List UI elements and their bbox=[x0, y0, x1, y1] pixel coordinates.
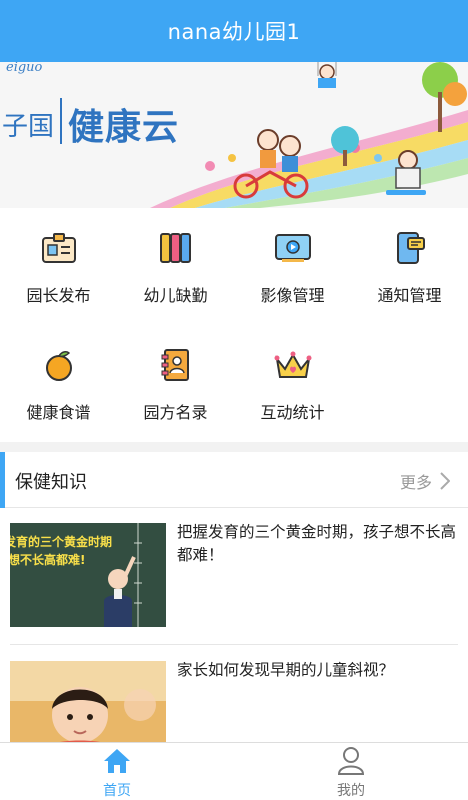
section-title: 保健知识 bbox=[15, 472, 87, 493]
tab-mine[interactable]: 我的 bbox=[234, 743, 468, 800]
menu-item-child-absence[interactable]: 幼儿缺勤 bbox=[117, 208, 234, 325]
menu-item-label: 影像管理 bbox=[260, 286, 325, 305]
menu-item-interaction-stats[interactable]: 互动统计 bbox=[234, 325, 351, 442]
article-item[interactable]: 发育的三个黄金时期 想不长高都难! 把握发育的三个黄金时期，孩子想不长高都难！ bbox=[0, 509, 468, 629]
notification-phone-icon bbox=[390, 228, 430, 268]
banner-divider bbox=[60, 98, 62, 144]
home-icon bbox=[102, 746, 132, 776]
more-link[interactable]: 更多 bbox=[400, 469, 450, 493]
banner[interactable]: eiguo 子国 健康云 bbox=[0, 62, 468, 208]
thumbnail-caption-2: 想不长高都难! bbox=[10, 553, 86, 567]
menu-item-label: 互动统计 bbox=[260, 403, 325, 422]
address-book-icon bbox=[156, 345, 196, 385]
article-title: 家长如何发现早期的儿童斜视？ bbox=[177, 661, 395, 679]
menu-item-label: 园长发布 bbox=[26, 286, 91, 305]
menu-item-school-directory[interactable]: 园方名录 bbox=[117, 325, 234, 442]
menu-item-media-management[interactable]: 影像管理 bbox=[234, 208, 351, 325]
chevron-right-icon bbox=[440, 472, 450, 490]
article-title: 把握发育的三个黄金时期，孩子想不长高都难！ bbox=[177, 523, 457, 564]
menu-item-notice-management[interactable]: 通知管理 bbox=[351, 208, 468, 325]
menu-item-label: 健康食谱 bbox=[26, 403, 91, 422]
banner-brand-main: 健康云 bbox=[68, 107, 180, 148]
menu-item-label: 通知管理 bbox=[377, 286, 442, 305]
health-knowledge-section: 保健知识 更多 发育的三个黄金时期 想不长高都难! 把握发育的三个黄金时期，孩子… bbox=[0, 452, 468, 744]
bottom-tab-bar: 首页 我的 bbox=[0, 742, 468, 800]
app-header: nana幼儿园1 bbox=[0, 0, 468, 62]
tab-home[interactable]: 首页 bbox=[0, 743, 234, 800]
thumbnail-caption-1: 发育的三个黄金时期 bbox=[10, 535, 113, 549]
video-icon bbox=[273, 228, 313, 268]
page-title: nana幼儿园1 bbox=[167, 20, 301, 44]
section-header: 保健知识 更多 bbox=[0, 452, 468, 508]
crown-icon bbox=[273, 345, 313, 385]
user-icon bbox=[337, 746, 365, 776]
banner-brand-left: 子国 bbox=[2, 112, 55, 142]
menu-item-label: 幼儿缺勤 bbox=[143, 286, 208, 305]
books-icon bbox=[156, 228, 196, 268]
menu-item-health-recipes[interactable]: 健康食谱 bbox=[0, 325, 117, 442]
banner-brand-latin: eiguo bbox=[6, 62, 43, 75]
article-thumbnail: 发育的三个黄金时期 想不长高都难! bbox=[10, 523, 166, 627]
tab-label: 我的 bbox=[337, 783, 365, 799]
section-accent-bar bbox=[0, 452, 5, 508]
id-card-icon bbox=[39, 228, 79, 268]
orange-icon bbox=[39, 345, 79, 385]
article-thumbnail bbox=[10, 661, 166, 744]
tab-label: 首页 bbox=[103, 783, 131, 799]
menu-item-principal-post[interactable]: 园长发布 bbox=[0, 208, 117, 325]
divider bbox=[10, 644, 458, 645]
feature-grid: 园长发布 幼儿缺勤 影像管理 通知管理 健康食谱 园方名录 互动统计 bbox=[0, 208, 468, 442]
more-label: 更多 bbox=[399, 473, 432, 492]
menu-item-label: 园方名录 bbox=[143, 403, 208, 422]
article-item[interactable]: 家长如何发现早期的儿童斜视？ bbox=[0, 647, 468, 744]
